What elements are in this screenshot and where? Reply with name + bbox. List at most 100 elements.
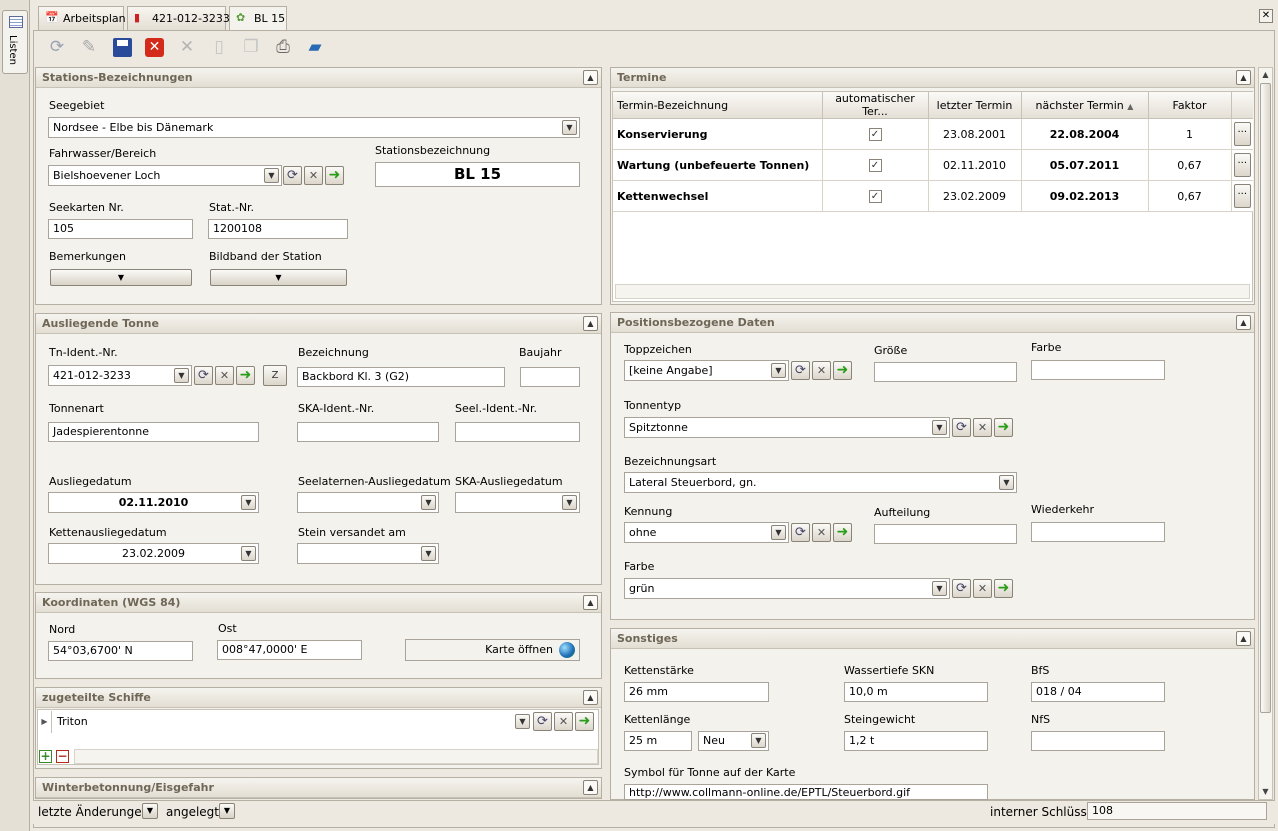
vertical-scrollbar[interactable]: ▲ ▼: [1258, 67, 1273, 800]
row-expander-icon[interactable]: ▶: [38, 711, 52, 733]
collapse-icon[interactable]: ▲: [583, 595, 598, 610]
checkbox[interactable]: ✓: [868, 128, 882, 141]
bildband-dropdown[interactable]: ▼: [210, 269, 347, 286]
cancel-icon[interactable]: ✕: [143, 36, 165, 58]
collapse-icon[interactable]: ▲: [583, 780, 598, 795]
statnr-field[interactable]: 1200108: [208, 219, 348, 239]
scroll-down-icon[interactable]: ▼: [1259, 785, 1272, 799]
scroll-thumb[interactable]: [1260, 83, 1271, 713]
clear-icon[interactable]: ✕: [973, 579, 992, 598]
fahrwasser-select[interactable]: Bielshoevener Loch ▼: [48, 165, 282, 186]
go-arrow-icon[interactable]: ➜: [994, 418, 1013, 437]
chevron-down-icon[interactable]: ▼: [264, 168, 279, 183]
column-header[interactable]: Faktor: [1148, 92, 1232, 119]
go-arrow-icon[interactable]: ➜: [575, 712, 594, 731]
clear-icon[interactable]: ✕: [812, 361, 831, 380]
chevron-down-icon[interactable]: ▼: [751, 733, 766, 748]
z-button[interactable]: Z: [263, 365, 287, 386]
close-tab-icon[interactable]: ✕: [1259, 9, 1273, 23]
column-header[interactable]: nächster Termin ▲: [1021, 92, 1149, 119]
chevron-down-icon[interactable]: ▼: [932, 420, 947, 435]
horizontal-scrollbar[interactable]: [74, 749, 598, 764]
kennung-select[interactable]: ohne ▼: [624, 522, 789, 543]
clear-icon[interactable]: ✕: [973, 418, 992, 437]
ketten-select[interactable]: 23.02.2009 ▼: [48, 543, 259, 564]
tab-tonne[interactable]: ▮ 421-012-3233: [127, 6, 230, 30]
go-arrow-icon[interactable]: ➜: [994, 579, 1013, 598]
farbe-field[interactable]: [1031, 360, 1165, 380]
chevron-down-icon[interactable]: ▼: [932, 581, 947, 596]
refresh-icon[interactable]: ⟳: [194, 366, 213, 385]
ausliegedatum-select[interactable]: 02.11.2010 ▼: [48, 492, 259, 513]
edit-icon[interactable]: ✎: [78, 36, 100, 58]
more-button[interactable]: ···: [1233, 122, 1251, 146]
column-header[interactable]: letzter Termin: [928, 92, 1022, 119]
tnident-select[interactable]: 421-012-3233 ▼: [48, 365, 192, 386]
delete-icon[interactable]: ✕: [176, 36, 198, 58]
stein-select[interactable]: ▼: [297, 543, 439, 564]
wiederkehr-field[interactable]: [1031, 522, 1165, 542]
angelegt-dropdown[interactable]: ▼: [219, 803, 235, 819]
tonnentyp-select[interactable]: Spitztonne ▼: [624, 417, 950, 438]
new-document-icon[interactable]: ▯: [208, 36, 230, 58]
farbe2-select[interactable]: grün ▼: [624, 578, 950, 599]
book-icon[interactable]: ▰: [304, 36, 326, 58]
letzte-aenderungen-dropdown[interactable]: ▼: [142, 803, 158, 819]
checkbox[interactable]: ✓: [868, 159, 882, 172]
table-row[interactable]: Kettenwechsel ✓ 23.02.2009 09.02.2013 0,…: [613, 180, 1253, 212]
seegebiet-select[interactable]: Nordsee - Elbe bis Dänemark ▼: [48, 117, 580, 138]
seelident-field[interactable]: [455, 422, 580, 442]
seekarten-field[interactable]: 105: [48, 219, 193, 239]
clear-icon[interactable]: ✕: [215, 366, 234, 385]
tab-station[interactable]: ✿ BL 15: [229, 6, 287, 31]
symbol-field[interactable]: http://www.collmann-online.de/EPTL/Steue…: [624, 784, 988, 800]
chevron-down-icon[interactable]: ▼: [562, 495, 577, 510]
chevron-down-icon[interactable]: ▼: [771, 525, 786, 540]
chevron-down-icon[interactable]: ▼: [562, 120, 577, 135]
stationsbezeichnung-field[interactable]: BL 15: [375, 162, 580, 187]
bfs-field[interactable]: 018 / 04: [1031, 682, 1165, 702]
seelaternen-select[interactable]: ▼: [297, 492, 439, 513]
schiff-select[interactable]: Triton ▼: [53, 711, 532, 732]
refresh-icon[interactable]: ⟳: [952, 579, 971, 598]
refresh-icon[interactable]: ⟳: [283, 166, 302, 185]
chevron-down-icon[interactable]: ▼: [421, 546, 436, 561]
collapse-icon[interactable]: ▲: [583, 316, 598, 331]
kettenstaerke-field[interactable]: 26 mm: [624, 682, 769, 702]
save-icon[interactable]: [111, 36, 133, 58]
add-row-icon[interactable]: +: [39, 750, 52, 763]
clear-icon[interactable]: ✕: [304, 166, 323, 185]
collapse-icon[interactable]: ▲: [583, 690, 598, 705]
chevron-down-icon[interactable]: ▼: [241, 495, 256, 510]
steingewicht-field[interactable]: 1,2 t: [844, 731, 988, 751]
ost-field[interactable]: 008°47,0000' E: [217, 640, 362, 660]
copy-document-icon[interactable]: ❐: [240, 36, 262, 58]
clear-icon[interactable]: ✕: [554, 712, 573, 731]
more-button[interactable]: ···: [1233, 184, 1251, 208]
scroll-up-icon[interactable]: ▲: [1259, 68, 1272, 82]
tonnenart-field[interactable]: Jadespierentonne: [48, 422, 259, 442]
chevron-down-icon[interactable]: ▼: [421, 495, 436, 510]
chevron-down-icon[interactable]: ▼: [174, 368, 189, 383]
chevron-down-icon[interactable]: ▼: [771, 363, 786, 378]
clear-icon[interactable]: ✕: [812, 523, 831, 542]
checkbox[interactable]: ✓: [868, 190, 882, 203]
remove-row-icon[interactable]: −: [56, 750, 69, 763]
more-button[interactable]: ···: [1233, 153, 1251, 177]
nfs-field[interactable]: [1031, 731, 1165, 751]
horizontal-scrollbar[interactable]: [615, 284, 1250, 299]
kettenlaenge-field[interactable]: 25 m: [624, 731, 692, 751]
chevron-down-icon[interactable]: ▼: [241, 546, 256, 561]
print-icon[interactable]: ⎙: [272, 36, 294, 58]
tab-arbeitsplan[interactable]: 📅 Arbeitsplan: [38, 6, 126, 30]
column-header[interactable]: automatischer Ter...: [822, 92, 929, 119]
chevron-down-icon[interactable]: ▼: [999, 475, 1014, 490]
bemerkungen-dropdown[interactable]: ▼: [50, 269, 192, 286]
table-row[interactable]: Konservierung ✓ 23.08.2001 22.08.2004 1 …: [613, 118, 1253, 150]
refresh-icon[interactable]: ⟳: [791, 361, 810, 380]
refresh-icon[interactable]: ⟳: [533, 712, 552, 731]
aufteilung-field[interactable]: [874, 524, 1017, 544]
go-arrow-icon[interactable]: ➜: [833, 523, 852, 542]
wassertiefe-field[interactable]: 10,0 m: [844, 682, 988, 702]
collapse-icon[interactable]: ▲: [1236, 315, 1251, 330]
